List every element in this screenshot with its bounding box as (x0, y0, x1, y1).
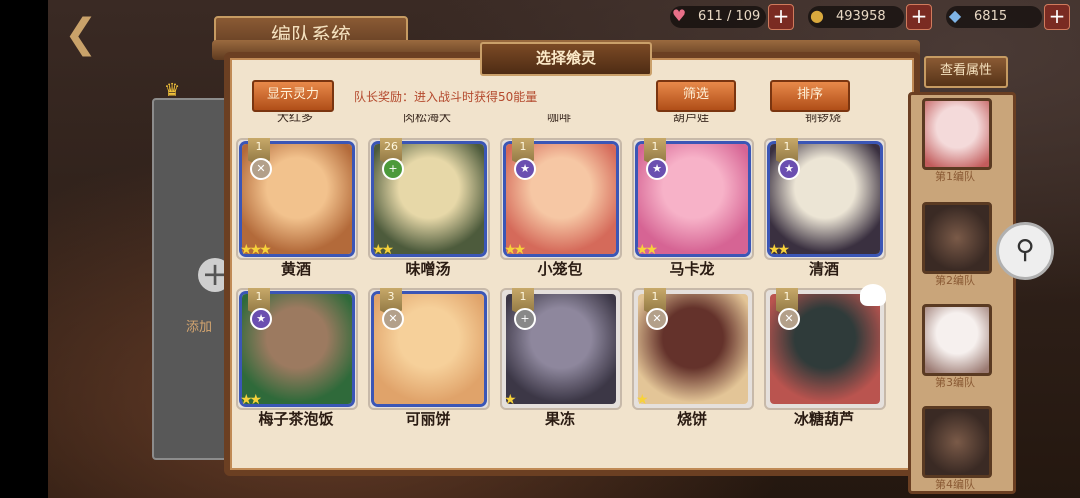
character-name: 清酒 (808, 260, 839, 278)
crystal-display: ◆ 6815 (946, 6, 1042, 28)
show-power-button[interactable]: 显示灵力 (252, 80, 334, 112)
star-rating: ★★ (372, 242, 394, 258)
star-rating: ★★ (768, 242, 790, 258)
team-slot-label: 第3编队 (935, 376, 975, 389)
partial-card-name: 大红多 (276, 114, 313, 124)
character-card[interactable]: 1 ✕ ★★★ (236, 138, 358, 260)
partial-card-name: 铜锣烧 (804, 114, 841, 124)
character-name: 烧饼 (676, 410, 707, 428)
partial-card-name: 肉松海大 (402, 114, 451, 124)
crystal-value: 6815 (974, 9, 1008, 24)
character-name: 梅子茶泡饭 (258, 410, 334, 428)
team-slot[interactable] (922, 98, 992, 170)
character-card[interactable]: 1 + ★ (500, 288, 622, 410)
add-crystal-button[interactable]: + (1044, 4, 1070, 30)
stamina-value: 611 / 109 (698, 9, 761, 24)
character-card[interactable]: 1 ✕ (764, 284, 886, 410)
character-card[interactable]: 1 ★ ★★ (500, 138, 622, 260)
leader-bonus-text: 队长奖励：进入战斗时获得50能量 (354, 90, 538, 104)
star-rating: ★★ (636, 242, 658, 258)
character-name: 味噌汤 (405, 260, 451, 278)
chef-hat-icon (860, 284, 886, 306)
star-rating: ★★★ (240, 242, 272, 258)
back-arrow-icon[interactable]: ❮ (64, 14, 120, 54)
sword-type-icon: ✕ (646, 308, 668, 330)
character-name: 果冻 (544, 410, 575, 428)
team-slot-label: 第4编队 (935, 478, 975, 491)
team-slot[interactable] (922, 304, 992, 376)
team-slot[interactable] (922, 202, 992, 274)
star-rating: ★ (636, 392, 648, 408)
sword-type-icon: ✕ (250, 158, 272, 180)
team-slot-label: 第1编队 (935, 170, 975, 183)
sort-button[interactable]: 排序 (770, 80, 850, 112)
character-name: 冰糖葫芦 (793, 410, 854, 428)
add-member-label: 添加 (186, 320, 213, 335)
star-rating: ★★ (240, 392, 262, 408)
coin-display: ● 493958 (808, 6, 904, 28)
character-card[interactable]: 26 + ★★ (368, 138, 490, 260)
character-card[interactable]: 3 ✕ (368, 288, 490, 410)
star-type-icon: ★ (646, 158, 668, 180)
team-slot[interactable] (922, 406, 992, 478)
partial-card-name: 咖啡 (546, 114, 571, 124)
character-card[interactable]: 1 ★ ★★ (236, 288, 358, 410)
character-card[interactable]: 1 ★ ★★ (764, 138, 886, 260)
crystal-icon: ◆ (948, 6, 962, 25)
add-coin-button[interactable]: + (906, 4, 932, 30)
team-slot-label: 第2编队 (935, 274, 975, 287)
character-name: 马卡龙 (669, 260, 715, 278)
character-name: 小笼包 (537, 260, 583, 278)
star-rating: ★★ (504, 242, 526, 258)
character-name: 黄酒 (280, 260, 311, 278)
coin-value: 493958 (836, 9, 886, 24)
magnifier-icon[interactable]: ⚲ (996, 222, 1054, 280)
left-edge (0, 0, 48, 498)
sword-type-icon: ✕ (778, 308, 800, 330)
add-stamina-button[interactable]: + (768, 4, 794, 30)
star-type-icon: ★ (250, 308, 272, 330)
sword-type-icon: ✕ (382, 308, 404, 330)
star-rating: ★ (504, 392, 516, 408)
star-type-icon: ★ (778, 158, 800, 180)
filter-button[interactable]: 筛选 (656, 80, 736, 112)
partial-card-name: 葫芦娃 (672, 114, 709, 124)
panel-title: 选择飨灵 (480, 42, 652, 76)
character-name: 可丽饼 (405, 410, 451, 428)
coin-icon: ● (810, 6, 824, 25)
star-type-icon: ★ (514, 158, 536, 180)
view-attributes-button[interactable]: 查看属性 (924, 56, 1008, 88)
plus-type-icon: + (514, 308, 536, 330)
stamina-display: ♥ 611 / 109 (670, 6, 766, 28)
character-card[interactable]: 1 ✕ ★ (632, 288, 754, 410)
heart-icon: ♥ (671, 6, 687, 25)
leaf-type-icon: + (382, 158, 404, 180)
character-card[interactable]: 1 ★ ★★ (632, 138, 754, 260)
